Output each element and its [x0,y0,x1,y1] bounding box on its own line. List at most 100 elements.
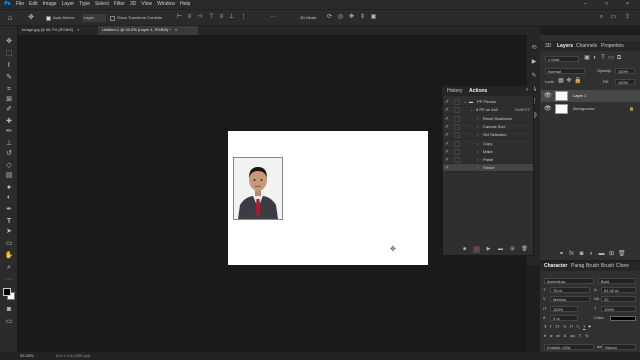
marquee-tool-icon[interactable]: ⬚ [4,50,14,58]
new-action-icon[interactable]: ⊞ [509,246,516,253]
subscript-icon[interactable]: T₁ [576,324,580,332]
eyedropper-tool-icon[interactable]: ✐ [4,106,14,114]
dialog-toggle-box[interactable] [454,115,460,122]
more-options-icon[interactable]: ··· [270,14,277,21]
filter-pixel-icon[interactable]: ▣ [584,55,590,62]
kerning-input[interactable]: Metrics [550,296,590,302]
filter-smart-icon[interactable]: ⧉ [616,55,622,62]
maximize-button[interactable]: □ [605,1,608,8]
action-row[interactable]: ✓ › Set Selection [443,131,533,140]
home-icon[interactable]: ⌂ [6,14,14,22]
swash-icon[interactable]: A [564,333,567,341]
action-row[interactable]: ✓ ⌄ 8 PP on 4x6 Shift+F2 [443,106,533,115]
adjustment-layer-icon[interactable]: ◐ [588,251,595,258]
collapse-chevron-icon[interactable]: › [477,156,478,164]
collapse-chevron-icon[interactable]: › [477,140,478,148]
frame-tool-icon[interactable]: ⊠ [4,96,14,104]
trash-icon[interactable]: 🗑 [521,246,528,253]
leading-input[interactable]: 61.32 pt [601,287,636,293]
3d-pan-icon[interactable]: ✥ [348,14,355,21]
zoom-tool-icon[interactable]: ⌕ [4,264,14,272]
add-mask-icon[interactable]: ◙ [578,251,585,258]
menu-item-edit[interactable]: Edit [29,1,38,8]
text-color-swatch[interactable] [610,316,636,321]
underline-icon[interactable]: T [583,324,585,332]
menu-item-window[interactable]: Window [157,1,175,8]
action-row[interactable]: ✓ › Make [443,148,533,156]
dialog-toggle-box[interactable] [454,132,460,139]
menu-item-file[interactable]: File [16,1,24,8]
lasso-tool-icon[interactable]: ℓ [4,62,14,70]
layer-row-layer-1[interactable]: 👁 Layer 1 [541,90,640,102]
align-right-icon[interactable]: ⊣ [196,14,203,21]
align-left-icon[interactable]: ⊢ [176,14,183,21]
history-panel-icon[interactable]: ⟲ [530,45,538,52]
move-tool-icon[interactable]: ✥ [4,38,14,46]
oldstyle-icon[interactable]: ø [550,333,552,341]
clone-stamp-tool-icon[interactable]: ⊥ [4,140,14,148]
fractions-icon[interactable]: ½ [585,333,588,341]
more-tools-icon[interactable]: ··· [4,276,14,284]
tab-channels[interactable]: Channels [573,42,600,50]
tab-clone-source[interactable]: Clone [613,262,632,270]
3d-scale-icon[interactable]: ▣ [370,14,377,21]
quick-mask-icon[interactable]: ◙ [4,306,14,314]
font-family-dropdown[interactable]: ArmedLgs [544,278,594,284]
font-size-input[interactable]: 76 pt [550,287,590,293]
history-brush-tool-icon[interactable]: ↺ [4,150,14,158]
menu-item-layer[interactable]: Layer [62,1,75,8]
action-row[interactable]: ✓ › Copy [443,140,533,148]
dialog-toggle-box[interactable] [454,123,460,130]
delete-layer-icon[interactable]: 🗑 [618,251,626,258]
expand-chevron-icon[interactable]: ⌄ [463,98,466,106]
action-row[interactable]: ✓ › Canvas Size [443,123,533,131]
opacity-input[interactable]: 100% [615,68,635,74]
menu-item-help[interactable]: Help [180,1,190,8]
toggle-checkmark-icon[interactable]: ✓ [445,123,449,131]
blend-mode-dropdown[interactable]: Normal [545,68,585,74]
collapse-chevron-icon[interactable]: › [477,115,478,123]
foreground-color-swatch[interactable] [3,288,11,296]
faux-bold-icon[interactable]: T [544,324,546,332]
new-group-icon[interactable]: ▬ [598,251,605,258]
ligatures-icon[interactable]: fi [544,333,546,341]
toggle-checkmark-icon[interactable]: ✓ [445,131,449,139]
antialias-dropdown[interactable]: Strong [602,344,636,350]
baseline-input[interactable]: 0 pt [550,315,578,321]
new-layer-icon[interactable]: ⊞ [608,251,615,258]
layer-row-background[interactable]: 👁 Background 🔒 [541,103,640,115]
stop-icon[interactable]: ■ [461,246,468,253]
expand-chevron-icon[interactable]: ⌄ [470,106,473,114]
pen-tool-icon[interactable]: ✒ [4,206,14,214]
link-layers-icon[interactable]: ⚭ [558,251,565,258]
search-icon[interactable]: ⌕ [598,14,605,21]
auto-select-dropdown[interactable]: Layer [82,14,106,22]
toggle-checkmark-icon[interactable]: ✓ [445,98,449,106]
close-window-button[interactable]: × [626,1,629,8]
healing-brush-tool-icon[interactable]: ✚ [4,118,14,126]
action-row[interactable]: ✓ › Reset Swatches [443,115,533,123]
path-select-tool-icon[interactable]: ➤ [4,228,14,236]
gradient-tool-icon[interactable]: ▤ [4,172,14,180]
distribute-icon[interactable]: ⋮ [240,14,247,21]
horizontal-scale-input[interactable]: 100% [601,306,636,312]
menu-item-image[interactable]: Image [43,1,57,8]
action-row[interactable]: ✓ › Paste [443,156,533,165]
ordinals-icon[interactable]: T [579,333,581,341]
action-row[interactable]: ✓ › Stroke [443,164,533,173]
tab-untitled-1[interactable]: Untitled-1 @ 33.3% (Layer 1, RGB/8) * × [98,26,198,35]
toggle-checkmark-icon[interactable]: ✓ [445,148,449,156]
filter-adjust-icon[interactable]: ◐ [592,55,598,62]
filter-type-icon[interactable]: T [600,55,606,62]
dialog-toggle-box[interactable] [454,107,460,114]
3d-slide-icon[interactable]: ⇕ [359,14,366,21]
actions-panel-icon[interactable]: ▶ [530,59,538,66]
menu-item-3d[interactable]: 3D [130,1,136,8]
small-caps-icon[interactable]: Tt [563,324,567,332]
close-tab-icon[interactable]: × [175,27,177,32]
faux-italic-icon[interactable]: T [549,324,551,332]
blur-tool-icon[interactable]: ● [4,184,14,192]
toggle-checkmark-icon[interactable]: ✓ [445,164,449,172]
language-dropdown[interactable]: English: USA [544,344,594,350]
fx-icon[interactable]: fx [568,251,575,258]
